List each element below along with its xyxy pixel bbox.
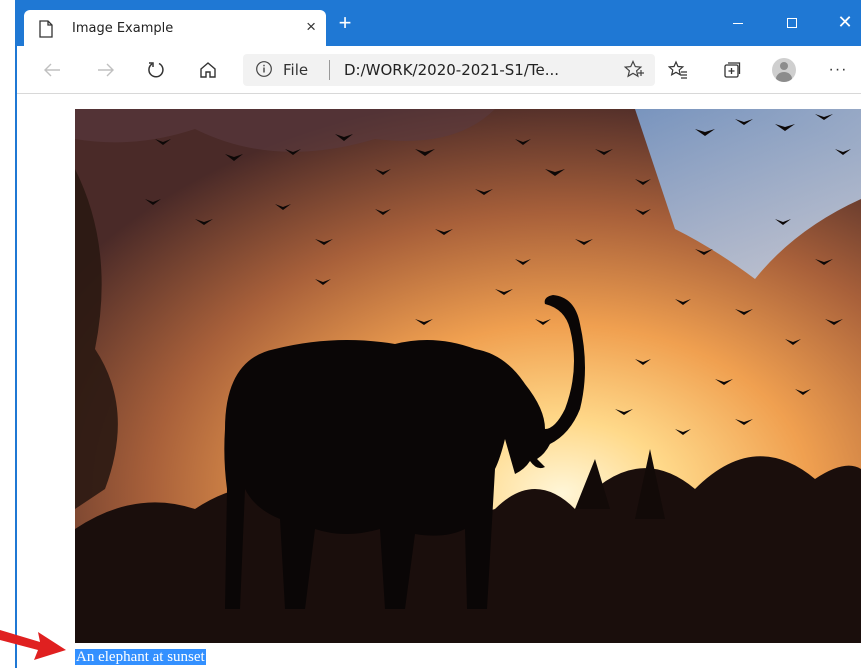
address-bar[interactable]: File D:/WORK/2020-2021-S1/Te...	[243, 54, 655, 86]
arrow-left-icon	[44, 63, 60, 77]
refresh-icon	[148, 62, 164, 78]
address-separator	[329, 60, 330, 80]
back-button[interactable]	[37, 56, 67, 84]
collections-button[interactable]	[717, 56, 747, 84]
favorites-button[interactable]	[663, 56, 693, 84]
maximize-button[interactable]	[769, 8, 815, 38]
image-caption: An elephant at sunset	[75, 649, 206, 665]
tab-title: Image Example	[72, 21, 174, 36]
avatar	[772, 58, 796, 82]
more-icon: ···	[828, 61, 848, 78]
browser-window: Image Example × + ✕ File D:/WORK/2020-20…	[15, 0, 861, 668]
tab-close-icon[interactable]: ×	[306, 17, 316, 37]
forward-button[interactable]	[91, 56, 121, 84]
info-icon	[256, 61, 272, 77]
add-favorite-star-icon[interactable]	[623, 59, 645, 81]
new-tab-button[interactable]: +	[333, 12, 357, 36]
minimize-icon	[733, 22, 743, 24]
url-text[interactable]: D:/WORK/2020-2021-S1/Te...	[344, 61, 559, 79]
title-bar: Image Example × + ✕	[17, 0, 861, 46]
arrow-right-icon	[98, 63, 114, 77]
home-icon	[200, 62, 216, 78]
red-arrow-annotation	[0, 630, 66, 660]
tab-image-example[interactable]: Image Example ×	[24, 10, 326, 46]
refresh-button[interactable]	[141, 56, 171, 84]
elephant-sunset-image	[75, 109, 861, 643]
close-window-button[interactable]: ✕	[822, 8, 861, 38]
profile-button[interactable]	[769, 56, 799, 84]
page-content: An elephant at sunset	[17, 95, 861, 668]
home-button[interactable]	[193, 56, 223, 84]
maximize-icon	[787, 18, 797, 29]
page-icon	[38, 20, 54, 38]
favorites-list-icon	[668, 60, 687, 79]
minimize-button[interactable]	[715, 8, 761, 38]
scheme-label: File	[283, 61, 309, 79]
more-button[interactable]: ···	[823, 56, 853, 84]
collections-icon	[724, 62, 741, 78]
toolbar: File D:/WORK/2020-2021-S1/Te... ···	[17, 46, 861, 94]
